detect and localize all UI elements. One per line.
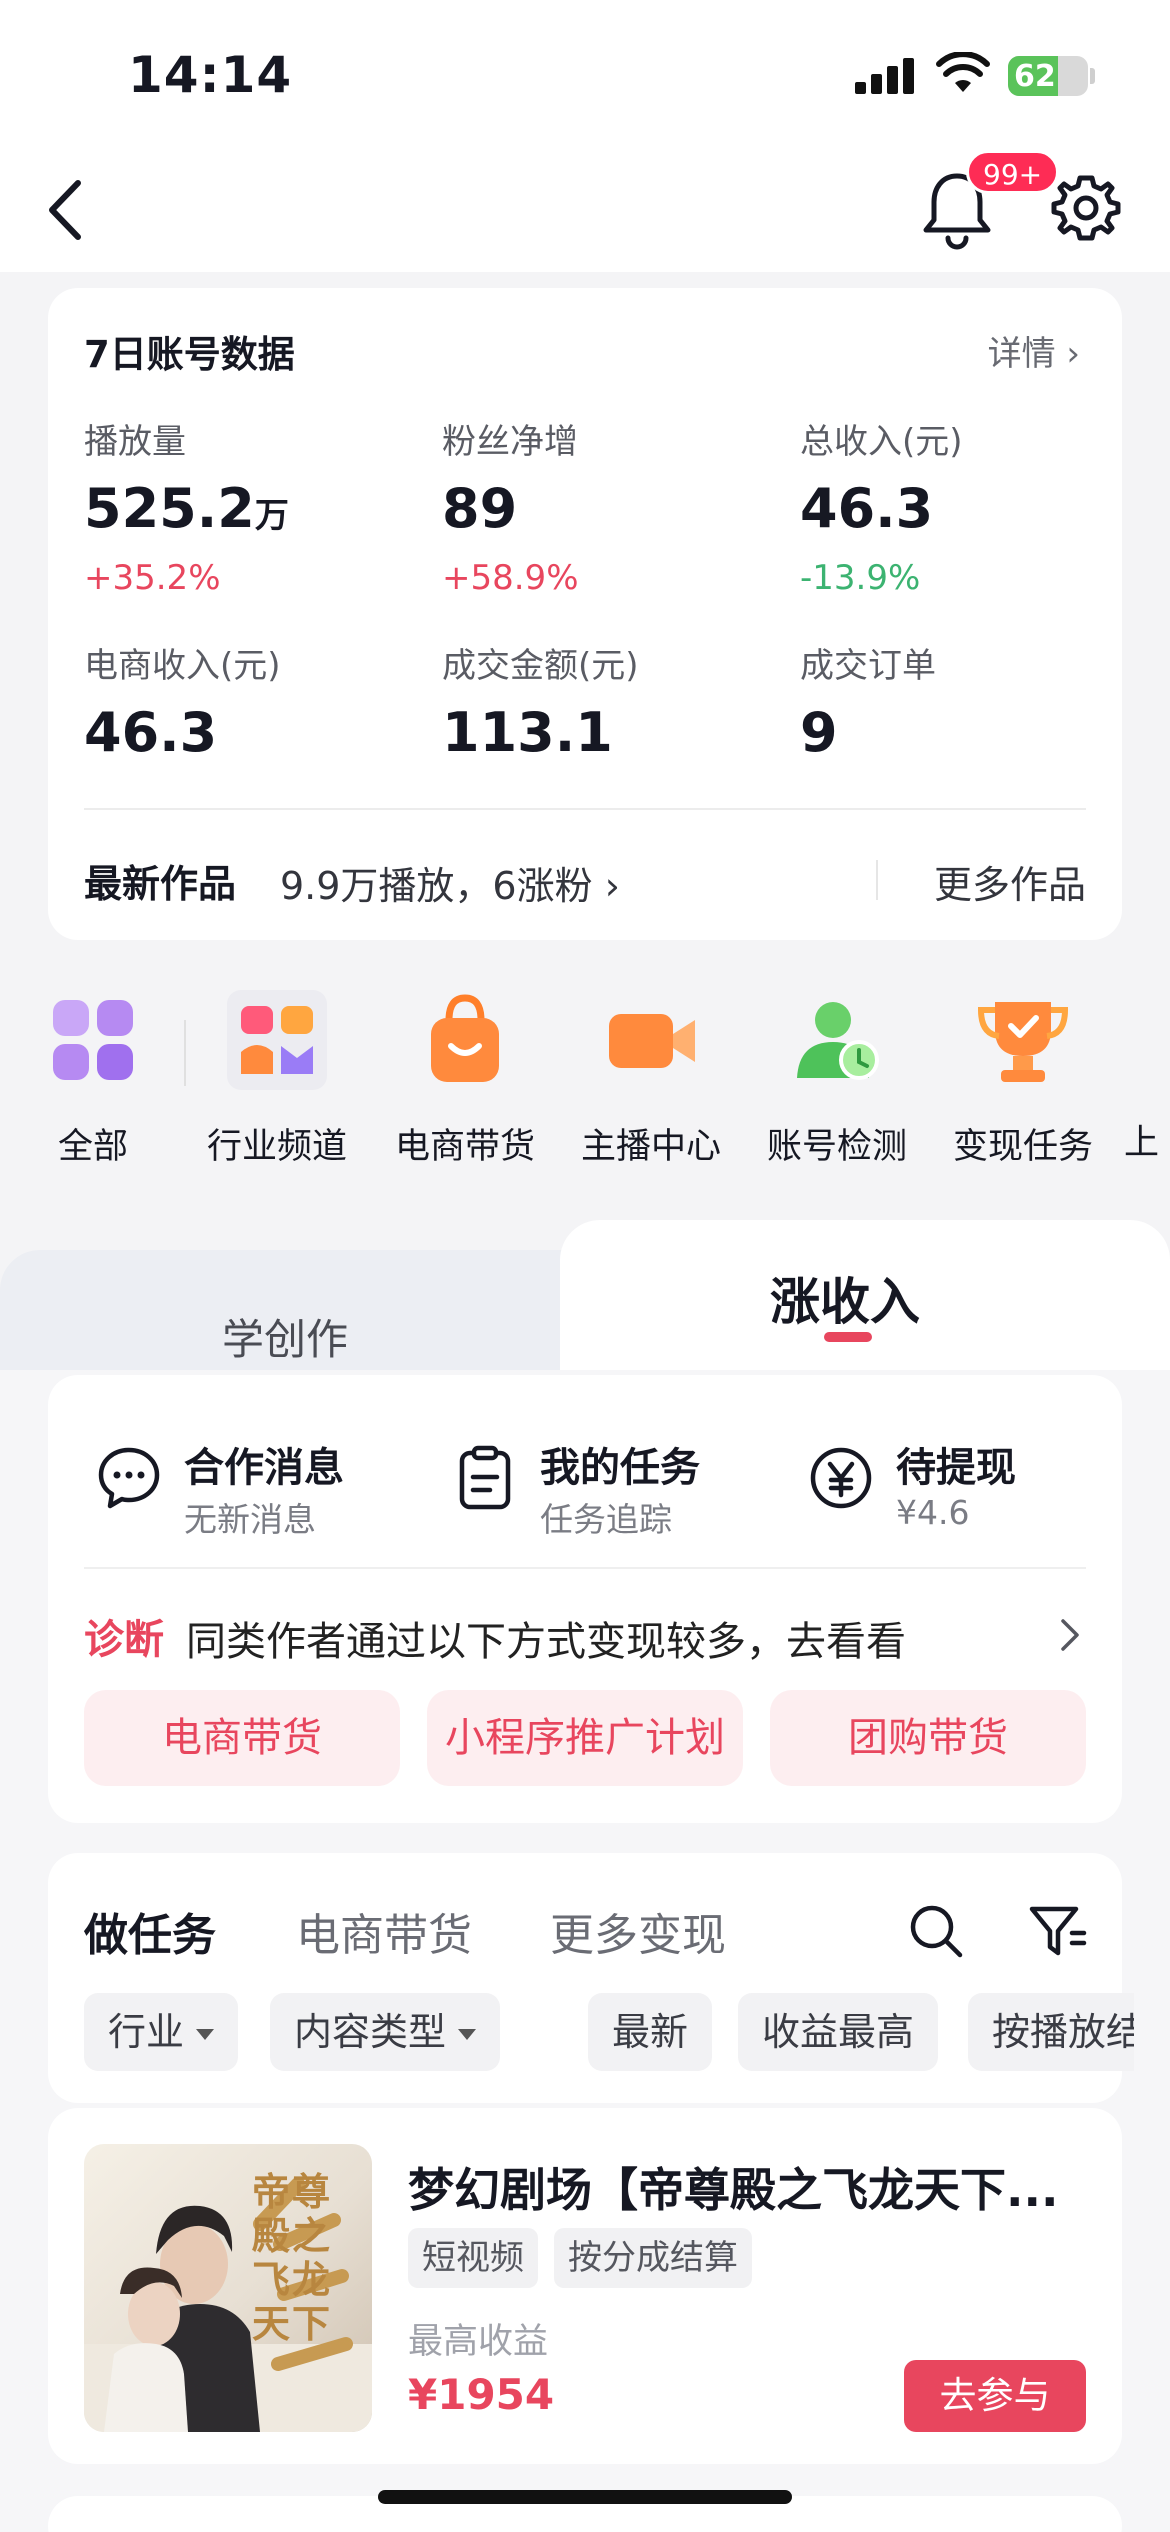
quick-entry-monetization-task[interactable]: 变现任务 xyxy=(938,990,1108,1169)
grid-icon xyxy=(53,1000,133,1080)
tab-more-monetization[interactable]: 更多变现 xyxy=(550,1899,726,1963)
tab-active-indicator xyxy=(824,1332,872,1342)
filter-content-type[interactable]: 内容类型 xyxy=(270,1993,501,2071)
suggestion-ecommerce[interactable]: 电商带货 xyxy=(84,1690,400,1786)
task-thumbnail: 帝尊殿之飞龙天下 xyxy=(84,2144,372,2432)
account-stats-card: 7日账号数据 详情 › 播放量 525.2万 +35.2% 粉丝净增 89 +5… xyxy=(48,288,1122,940)
tab-learn-creation[interactable]: 学创作 xyxy=(0,1250,600,1390)
separator xyxy=(184,1020,186,1086)
video-camera-icon xyxy=(609,1014,695,1068)
back-icon[interactable] xyxy=(42,175,98,245)
filter-highest-earnings[interactable]: 收益最高 xyxy=(738,1993,939,2071)
battery-level: 62 xyxy=(1014,59,1056,94)
status-bar: 14:14 62 xyxy=(0,0,1170,150)
quick-entry-industry-channel[interactable]: 行业频道 xyxy=(192,990,362,1169)
battery-icon: 62 xyxy=(1008,56,1088,96)
gear-icon[interactable] xyxy=(1050,172,1122,244)
stats-title: 7日账号数据 xyxy=(84,333,295,376)
task-title[interactable]: 梦幻剧场【帝尊殿之飞龙天下... xyxy=(408,2154,1088,2220)
diagnosis-tag: 诊断 xyxy=(84,1617,164,1663)
filter-industry[interactable]: 行业 xyxy=(84,1993,239,2071)
stat-orders[interactable]: 成交订单 9 xyxy=(800,638,1140,764)
join-button[interactable]: 去参与 xyxy=(904,2360,1086,2432)
latest-works-stats[interactable]: 9.9万播放，6涨粉 › xyxy=(280,855,620,910)
status-time: 14:14 xyxy=(128,46,293,104)
divider xyxy=(84,808,1086,810)
caret-down-icon xyxy=(196,2029,215,2040)
chevron-right-icon: › xyxy=(604,864,620,908)
wifi-icon xyxy=(936,52,990,92)
income-card: 合作消息 无新消息 我的任务 任务追踪 待提现 ¥4.6 诊断 同类作者通过以下… xyxy=(48,1375,1122,1823)
quick-entry-streamer-center[interactable]: 主播中心 xyxy=(566,990,736,1169)
clipboard-icon xyxy=(459,1445,511,1510)
chevron-right-icon[interactable] xyxy=(1058,1615,1082,1655)
task-tag: 按分成结算 xyxy=(554,2228,752,2288)
filter-by-plays[interactable]: 按播放结 xyxy=(968,1993,1134,2071)
filter-chips: 行业 内容类型 最新 收益最高 按播放结 xyxy=(84,1993,1134,2073)
search-icon[interactable] xyxy=(906,1901,966,1961)
nav-bar: 99+ xyxy=(0,150,1170,272)
separator xyxy=(876,860,878,900)
quick-entry-all[interactable]: 全部 xyxy=(8,990,178,1169)
suggestion-mini-program[interactable]: 小程序推广计划 xyxy=(427,1690,743,1786)
max-earnings-label: 最高收益 xyxy=(408,2322,549,2362)
signal-icon xyxy=(855,58,915,94)
suggestion-group-buy[interactable]: 团购带货 xyxy=(770,1690,1086,1786)
home-indicator[interactable] xyxy=(378,2490,792,2504)
quick-entries: 全部 行业频道 电商带货 主播中心 账号检测 变现任务 上 xyxy=(0,990,1170,1170)
task-item[interactable]: 帝尊殿之飞龙天下 梦幻剧场【帝尊殿之飞龙天下... 短视频 按分成结算 最高收益… xyxy=(48,2108,1122,2464)
filter-latest[interactable]: 最新 xyxy=(588,1993,713,2071)
task-list-header: 做任务 电商带货 更多变现 行业 内容类型 最新 收益最高 按播放结 xyxy=(48,1853,1134,2103)
diagnosis-text[interactable]: 同类作者通过以下方式变现较多，去看看 xyxy=(186,1609,906,1667)
notification-badge: 99+ xyxy=(966,150,1060,194)
more-works-link[interactable]: 更多作品 xyxy=(934,854,1086,909)
quick-entry-partial[interactable]: 上 xyxy=(1124,990,1170,1165)
stat-ecommerce-income[interactable]: 电商收入(元) 46.3 xyxy=(84,638,424,764)
chevron-right-icon: › xyxy=(1066,334,1080,374)
stat-total-income[interactable]: 总收入(元) 46.3 -13.9% xyxy=(800,414,1140,598)
chat-icon xyxy=(98,1447,160,1509)
stat-plays[interactable]: 播放量 525.2万 +35.2% xyxy=(84,414,424,598)
account-check-icon xyxy=(797,1002,879,1080)
task-tag: 短视频 xyxy=(408,2228,538,2288)
main-tabs: 学创作 涨收入 xyxy=(0,1220,1170,1400)
latest-works-label: 最新作品 xyxy=(84,862,237,906)
caret-down-icon xyxy=(458,2029,477,2040)
tab-do-tasks[interactable]: 做任务 xyxy=(84,1899,216,1963)
yuan-icon xyxy=(810,1447,872,1509)
poster-title: 帝尊殿之飞龙天下 xyxy=(252,2170,333,2346)
max-earnings-value: ¥1954 xyxy=(408,2370,555,2419)
quick-entry-account-check[interactable]: 账号检测 xyxy=(752,990,922,1169)
shopping-bag-icon xyxy=(431,994,499,1082)
channel-icon xyxy=(227,990,327,1090)
divider xyxy=(84,1567,1086,1569)
tab-ecommerce[interactable]: 电商带货 xyxy=(296,1899,472,1963)
trophy-icon xyxy=(977,1002,1069,1082)
stat-followers[interactable]: 粉丝净增 89 +58.9% xyxy=(442,414,782,598)
filter-icon[interactable] xyxy=(1028,1901,1090,1961)
battery-tip xyxy=(1090,68,1095,84)
stat-gmv[interactable]: 成交金额(元) 113.1 xyxy=(442,638,782,764)
details-link[interactable]: 详情 › xyxy=(988,326,1080,375)
quick-entry-ecommerce[interactable]: 电商带货 xyxy=(380,990,550,1169)
